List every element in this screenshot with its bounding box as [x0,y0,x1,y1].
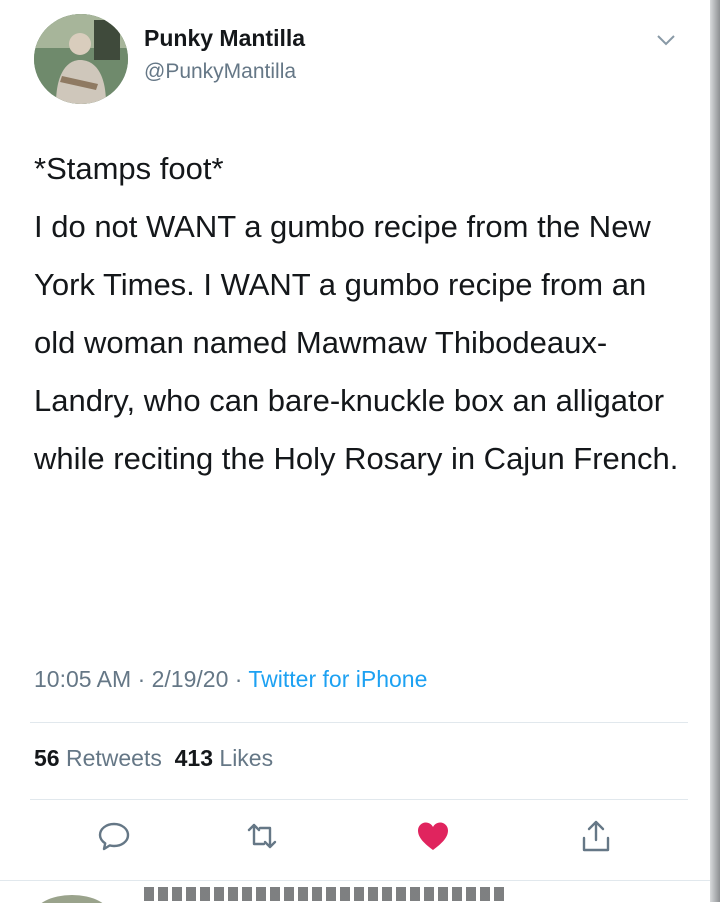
next-tweet-partial[interactable] [0,880,710,903]
tweet-stats: 56 Retweets 413 Likes [34,745,273,772]
tweet-detail: Punky Mantilla @PunkyMantilla *Stamps fo… [0,0,710,903]
avatar[interactable] [34,14,128,104]
retweets-count: 56 [34,745,60,771]
reply-icon [98,822,130,851]
tweet-body: I do not WANT a gumbo recipe from the Ne… [34,209,679,476]
tweet-meta: 10:05 AM · 2/19/20 · Twitter for iPhone [34,666,427,693]
divider [30,799,688,800]
tweet-line-1: *Stamps foot* [34,151,224,186]
retweet-icon [247,823,277,849]
retweets-label: Retweets [65,745,162,771]
next-tweet-text-cutoff [144,887,504,901]
chevron-down-icon[interactable] [654,28,678,52]
tweet-text: *Stamps foot* I do not WANT a gumbo reci… [34,140,684,488]
share-button[interactable] [578,818,614,854]
display-name[interactable]: Punky Mantilla [144,25,305,52]
screen-edge [710,0,720,902]
likes-stat[interactable]: 413 Likes [175,745,273,771]
likes-label: Likes [219,745,274,771]
retweets-stat[interactable]: 56 Retweets [34,745,162,771]
reply-button[interactable] [96,818,132,854]
tweet-source[interactable]: Twitter for iPhone [248,666,427,692]
like-icon [418,822,448,850]
share-icon [582,820,610,852]
tweet-timestamp[interactable]: 10:05 AM · 2/19/20 · [34,666,248,692]
like-button[interactable] [415,818,451,854]
likes-count: 413 [174,745,214,771]
retweet-button[interactable] [244,818,280,854]
divider [30,722,688,723]
user-handle[interactable]: @PunkyMantilla [144,60,296,84]
